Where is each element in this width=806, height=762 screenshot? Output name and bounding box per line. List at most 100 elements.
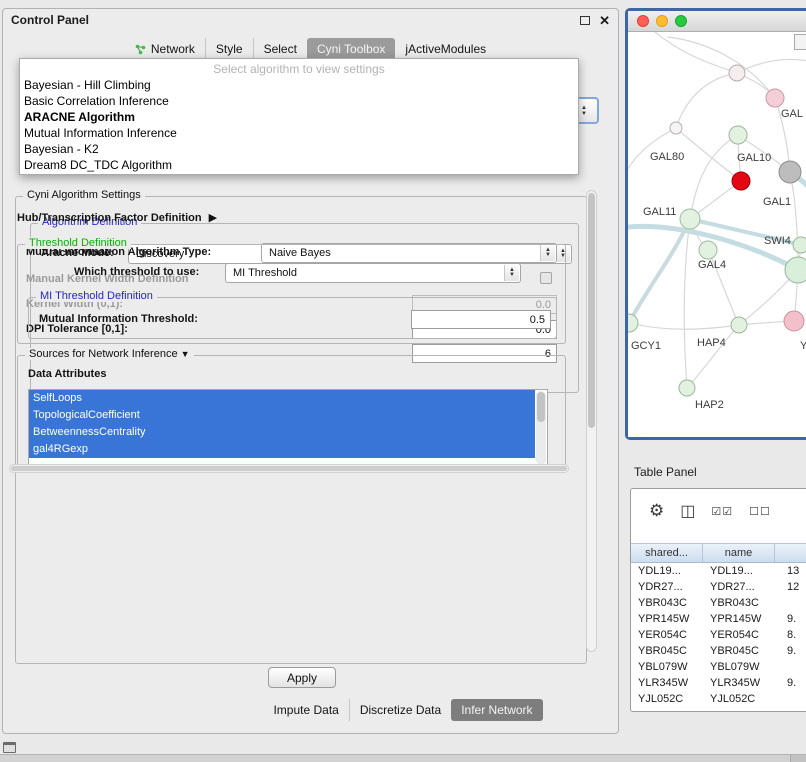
network-node-label: GAL xyxy=(781,108,803,120)
settings-horizontal-scrollbar-thumb[interactable] xyxy=(11,466,567,471)
algorithm-option[interactable]: Mutual Information Inference xyxy=(20,125,578,141)
algorithm-option[interactable]: Bayesian - K2 xyxy=(20,141,578,157)
network-edge xyxy=(687,325,739,388)
attribute-list-item[interactable]: TopologicalCoefficient xyxy=(29,407,535,424)
tab-infer-network[interactable]: Infer Network xyxy=(451,699,542,721)
resize-grip[interactable] xyxy=(790,755,806,762)
network-node[interactable] xyxy=(729,65,745,81)
tab-style-label: Style xyxy=(216,42,243,56)
table-row[interactable]: YDR27...YDR27...12 xyxy=(631,579,806,595)
network-node-label: GCY1 xyxy=(631,340,661,352)
tab-network-label: Network xyxy=(151,42,195,56)
algorithm-option[interactable]: ARACNE Algorithm xyxy=(20,109,578,125)
gear-icon[interactable]: ⚙ xyxy=(649,501,664,521)
column-header-extra[interactable] xyxy=(775,544,806,562)
attribute-list-item[interactable]: SelfLoops xyxy=(29,390,535,407)
network-node[interactable] xyxy=(793,237,806,253)
tab-select[interactable]: Select xyxy=(253,38,307,60)
expander-down-arrow-icon: ▼ xyxy=(181,349,190,359)
table-cell: YER054C xyxy=(631,629,703,641)
sources-title-text: Sources for Network Inference xyxy=(29,348,178,360)
which-threshold-combo[interactable]: MI Threshold ▲▼ xyxy=(225,263,521,283)
network-node[interactable] xyxy=(628,314,638,332)
table-row[interactable]: YJL052CYJL052C xyxy=(631,691,806,707)
network-node[interactable] xyxy=(779,161,801,183)
network-canvas[interactable]: GALGAL80GAL10GAL1GAL11SWI4GAL4GCY1HAP4YH… xyxy=(628,32,806,437)
hub-factor-expander[interactable]: Hub/Transcription Factor Definition ▶ xyxy=(17,211,217,224)
network-node-label: Y xyxy=(800,340,806,352)
table-row[interactable]: YLR345WYLR345W9. xyxy=(631,675,806,691)
algorithm-option[interactable]: Bayesian - Hill Climbing xyxy=(20,77,578,93)
select-all-columns-icon[interactable]: ☑☑ xyxy=(711,505,733,518)
tab-impute-data[interactable]: Impute Data xyxy=(263,699,348,721)
network-canvas-area[interactable]: GALGAL80GAL10GAL1GAL11SWI4GAL4GCY1HAP4YH… xyxy=(628,32,806,437)
table-panel-label: Table Panel xyxy=(634,465,697,479)
close-traffic-light-icon[interactable] xyxy=(637,15,649,27)
data-attributes-list[interactable]: SelfLoopsTopologicalCoefficientBetweenne… xyxy=(28,389,548,467)
mi-threshold-field[interactable]: 0.5 xyxy=(411,310,551,329)
table-cell: YDL19... xyxy=(631,565,703,577)
table-cell: YBR045C xyxy=(631,645,703,657)
network-node[interactable] xyxy=(670,122,682,134)
show-columns-icon[interactable]: ◫ xyxy=(680,501,695,521)
network-node[interactable] xyxy=(732,172,750,190)
tab-style[interactable]: Style xyxy=(205,38,253,60)
network-node[interactable] xyxy=(785,257,806,283)
network-node[interactable] xyxy=(680,209,700,229)
network-overlay-tool[interactable] xyxy=(794,34,806,50)
network-node[interactable] xyxy=(699,241,717,259)
column-header-name[interactable]: name xyxy=(703,544,775,562)
tab-discretize-data[interactable]: Discretize Data xyxy=(349,699,451,721)
network-tab-icon xyxy=(135,44,146,55)
table-row[interactable]: YPR145WYPR145W9. xyxy=(631,611,806,627)
zoom-traffic-light-icon[interactable] xyxy=(675,15,687,27)
network-edge xyxy=(690,135,738,219)
close-icon[interactable]: ✕ xyxy=(599,14,610,27)
deselect-all-columns-icon[interactable]: ☐☐ xyxy=(749,505,771,518)
algorithm-option[interactable]: Dream8 DC_TDC Algorithm xyxy=(20,157,578,173)
table-row[interactable]: YDL19...YDL19...13 xyxy=(631,563,806,579)
table-cell: 12 xyxy=(775,581,806,593)
network-node[interactable] xyxy=(766,89,784,107)
settings-horizontal-scrollbar[interactable] xyxy=(9,464,569,473)
hub-factor-label: Hub/Transcription Factor Definition xyxy=(17,212,202,224)
table-cell: 9. xyxy=(775,645,806,657)
network-node[interactable] xyxy=(729,126,747,144)
collapsed-panel-icon[interactable] xyxy=(3,742,16,753)
table-cell: YLR345W xyxy=(631,677,703,689)
tab-impute-data-label: Impute Data xyxy=(273,703,338,717)
table-cell: 13 xyxy=(775,565,806,577)
network-edge xyxy=(684,219,690,388)
column-header-shared-name[interactable]: shared... xyxy=(631,544,703,562)
sources-group-title[interactable]: Sources for Network Inference ▼ xyxy=(25,348,194,360)
settings-group-title: Cyni Algorithm Settings xyxy=(23,189,145,201)
table-toolbar: ⚙ ◫ ☑☑ ☐☐ xyxy=(631,489,806,533)
table-row[interactable]: YBL079WYBL079W xyxy=(631,659,806,675)
table-cell: YER054C xyxy=(703,629,775,641)
settings-vertical-scrollbar-thumb[interactable] xyxy=(588,193,595,428)
algorithm-option[interactable]: Basic Correlation Inference xyxy=(20,93,578,109)
control-panel-window: Control Panel ✕ Network Style Select Cyn… xyxy=(2,8,619,734)
table-row[interactable]: YER054CYER054C8. xyxy=(631,627,806,643)
network-node[interactable] xyxy=(784,311,804,331)
table-row[interactable]: YBR043CYBR043C xyxy=(631,595,806,611)
table-row[interactable]: YBR045CYBR045C9. xyxy=(631,643,806,659)
network-node-label: SWI4 xyxy=(764,235,791,247)
tab-cyni-toolbox[interactable]: Cyni Toolbox xyxy=(307,38,395,60)
apply-button[interactable]: Apply xyxy=(268,667,336,688)
network-edge xyxy=(629,219,690,323)
float-window-icon[interactable] xyxy=(580,16,590,25)
network-node[interactable] xyxy=(679,380,695,396)
attributes-scrollbar-thumb[interactable] xyxy=(537,392,545,422)
tab-jactivemodules[interactable]: jActiveModules xyxy=(395,38,496,60)
table-cell: 9. xyxy=(775,677,806,689)
minimize-traffic-light-icon[interactable] xyxy=(656,15,668,27)
network-node[interactable] xyxy=(731,317,747,333)
control-panel-title: Control Panel xyxy=(11,13,580,27)
tab-network[interactable]: Network xyxy=(125,38,205,60)
table-cell: 8. xyxy=(775,629,806,641)
attribute-list-item[interactable]: BetweennessCentrality xyxy=(29,424,535,441)
attribute-list-item[interactable]: gal4RGexp xyxy=(29,441,535,458)
settings-vertical-scrollbar[interactable] xyxy=(586,190,597,652)
attributes-scrollbar[interactable] xyxy=(536,391,546,465)
